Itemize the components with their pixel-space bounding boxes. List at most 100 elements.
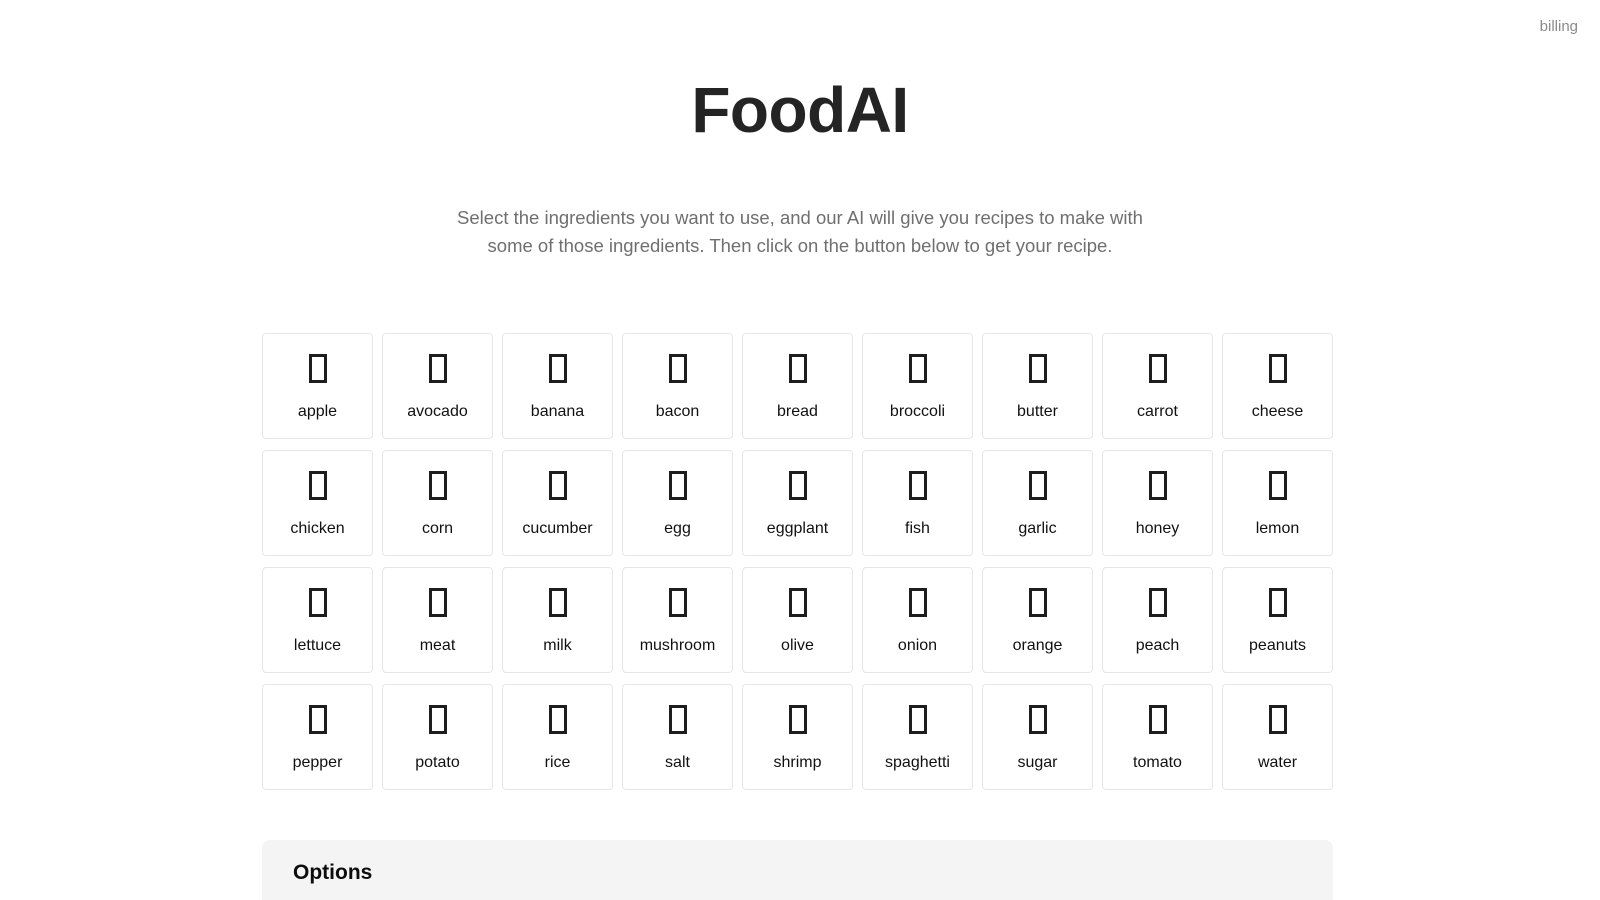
ingredient-label: broccoli (889, 402, 946, 420)
missing-glyph-box-icon (428, 470, 447, 500)
ingredient-card-tomato[interactable]: tomato (1102, 684, 1213, 790)
ingredient-card-fish[interactable]: fish (862, 450, 973, 556)
missing-glyph-box-icon (308, 704, 327, 734)
topbar: billing (0, 0, 1600, 52)
ingredient-card-garlic[interactable]: garlic (982, 450, 1093, 556)
ingredient-label: tomato (1133, 753, 1182, 771)
app-root: billing FoodAI Select the ingredients yo… (0, 0, 1600, 900)
ingredient-card-egg[interactable]: egg (622, 450, 733, 556)
ingredient-card-avocado[interactable]: avocado (382, 333, 493, 439)
ingredient-label: cucumber (522, 519, 593, 537)
page-description: Select the ingredients you want to use, … (457, 207, 1143, 256)
missing-glyph-box-icon (788, 353, 807, 383)
ingredient-card-peanuts[interactable]: peanuts (1222, 567, 1333, 673)
ingredient-label: peach (1135, 636, 1180, 654)
ingredient-card-potato[interactable]: potato (382, 684, 493, 790)
ingredient-label: mushroom (639, 636, 716, 654)
ingredient-card-pepper[interactable]: pepper (262, 684, 373, 790)
ingredient-card-mushroom[interactable]: mushroom (622, 567, 733, 673)
missing-glyph-box-icon (548, 587, 567, 617)
ingredient-card-eggplant[interactable]: eggplant (742, 450, 853, 556)
ingredient-label: potato (415, 753, 460, 771)
ingredient-card-butter[interactable]: butter (982, 333, 1093, 439)
ingredient-label: banana (530, 402, 585, 420)
ingredient-label: fish (905, 519, 930, 537)
ingredient-label: spaghetti (885, 753, 950, 771)
missing-glyph-box-icon (1148, 353, 1167, 383)
ingredient-label: orange (1012, 636, 1063, 654)
ingredient-label: olive (781, 636, 814, 654)
missing-glyph-box-icon (1268, 704, 1287, 734)
missing-glyph-box-icon (428, 704, 447, 734)
ingredient-label: honey (1135, 519, 1180, 537)
ingredient-label: avocado (407, 402, 468, 420)
missing-glyph-box-icon (1028, 353, 1047, 383)
ingredient-label: sugar (1017, 753, 1058, 771)
missing-glyph-box-icon (788, 704, 807, 734)
missing-glyph-box-icon (428, 353, 447, 383)
ingredient-card-honey[interactable]: honey (1102, 450, 1213, 556)
billing-link[interactable]: billing (1540, 19, 1578, 34)
missing-glyph-box-icon (788, 587, 807, 617)
ingredient-label: chicken (290, 519, 345, 537)
ingredient-label: bacon (655, 402, 700, 420)
ingredient-card-cucumber[interactable]: cucumber (502, 450, 613, 556)
ingredient-card-chicken[interactable]: chicken (262, 450, 373, 556)
missing-glyph-box-icon (908, 470, 927, 500)
ingredient-card-peach[interactable]: peach (1102, 567, 1213, 673)
ingredient-label: pepper (292, 753, 343, 771)
ingredient-label: garlic (1018, 519, 1057, 537)
ingredient-label: cheese (1251, 402, 1304, 420)
ingredient-card-bacon[interactable]: bacon (622, 333, 733, 439)
ingredient-label: water (1257, 753, 1298, 771)
ingredient-card-sugar[interactable]: sugar (982, 684, 1093, 790)
ingredient-card-shrimp[interactable]: shrimp (742, 684, 853, 790)
missing-glyph-box-icon (1028, 587, 1047, 617)
ingredient-card-milk[interactable]: milk (502, 567, 613, 673)
missing-glyph-box-icon (788, 470, 807, 500)
ingredient-card-meat[interactable]: meat (382, 567, 493, 673)
ingredient-label: egg (664, 519, 691, 537)
ingredient-label: butter (1017, 402, 1058, 420)
missing-glyph-box-icon (548, 704, 567, 734)
ingredient-label: bread (777, 402, 818, 420)
ingredient-label: salt (665, 753, 690, 771)
ingredient-card-broccoli[interactable]: broccoli (862, 333, 973, 439)
ingredient-card-carrot[interactable]: carrot (1102, 333, 1213, 439)
ingredient-label: eggplant (766, 519, 829, 537)
ingredient-card-orange[interactable]: orange (982, 567, 1093, 673)
missing-glyph-box-icon (548, 353, 567, 383)
missing-glyph-box-icon (1028, 704, 1047, 734)
ingredient-card-salt[interactable]: salt (622, 684, 733, 790)
page-title: FoodAI (691, 74, 909, 146)
missing-glyph-box-icon (1268, 587, 1287, 617)
missing-glyph-box-icon (1148, 704, 1167, 734)
ingredient-card-water[interactable]: water (1222, 684, 1333, 790)
page-header: FoodAI Select the ingredients you want t… (0, 78, 1600, 259)
ingredient-card-olive[interactable]: olive (742, 567, 853, 673)
missing-glyph-box-icon (668, 704, 687, 734)
options-panel: Options (262, 840, 1333, 900)
missing-glyph-box-icon (908, 353, 927, 383)
ingredient-card-lettuce[interactable]: lettuce (262, 567, 373, 673)
ingredient-card-lemon[interactable]: lemon (1222, 450, 1333, 556)
ingredient-label: lemon (1255, 519, 1300, 537)
missing-glyph-box-icon (1148, 470, 1167, 500)
ingredient-label: meat (419, 636, 456, 654)
ingredient-label: corn (421, 519, 454, 537)
ingredient-label: apple (297, 402, 338, 420)
ingredient-card-cheese[interactable]: cheese (1222, 333, 1333, 439)
ingredient-label: shrimp (773, 753, 822, 771)
ingredient-card-bread[interactable]: bread (742, 333, 853, 439)
ingredient-card-apple[interactable]: apple (262, 333, 373, 439)
missing-glyph-box-icon (548, 470, 567, 500)
missing-glyph-box-icon (668, 587, 687, 617)
ingredient-card-onion[interactable]: onion (862, 567, 973, 673)
ingredient-card-corn[interactable]: corn (382, 450, 493, 556)
ingredient-label: carrot (1137, 402, 1178, 420)
ingredient-label: milk (543, 636, 572, 654)
ingredient-card-rice[interactable]: rice (502, 684, 613, 790)
missing-glyph-box-icon (908, 587, 927, 617)
ingredient-card-banana[interactable]: banana (502, 333, 613, 439)
ingredient-card-spaghetti[interactable]: spaghetti (862, 684, 973, 790)
